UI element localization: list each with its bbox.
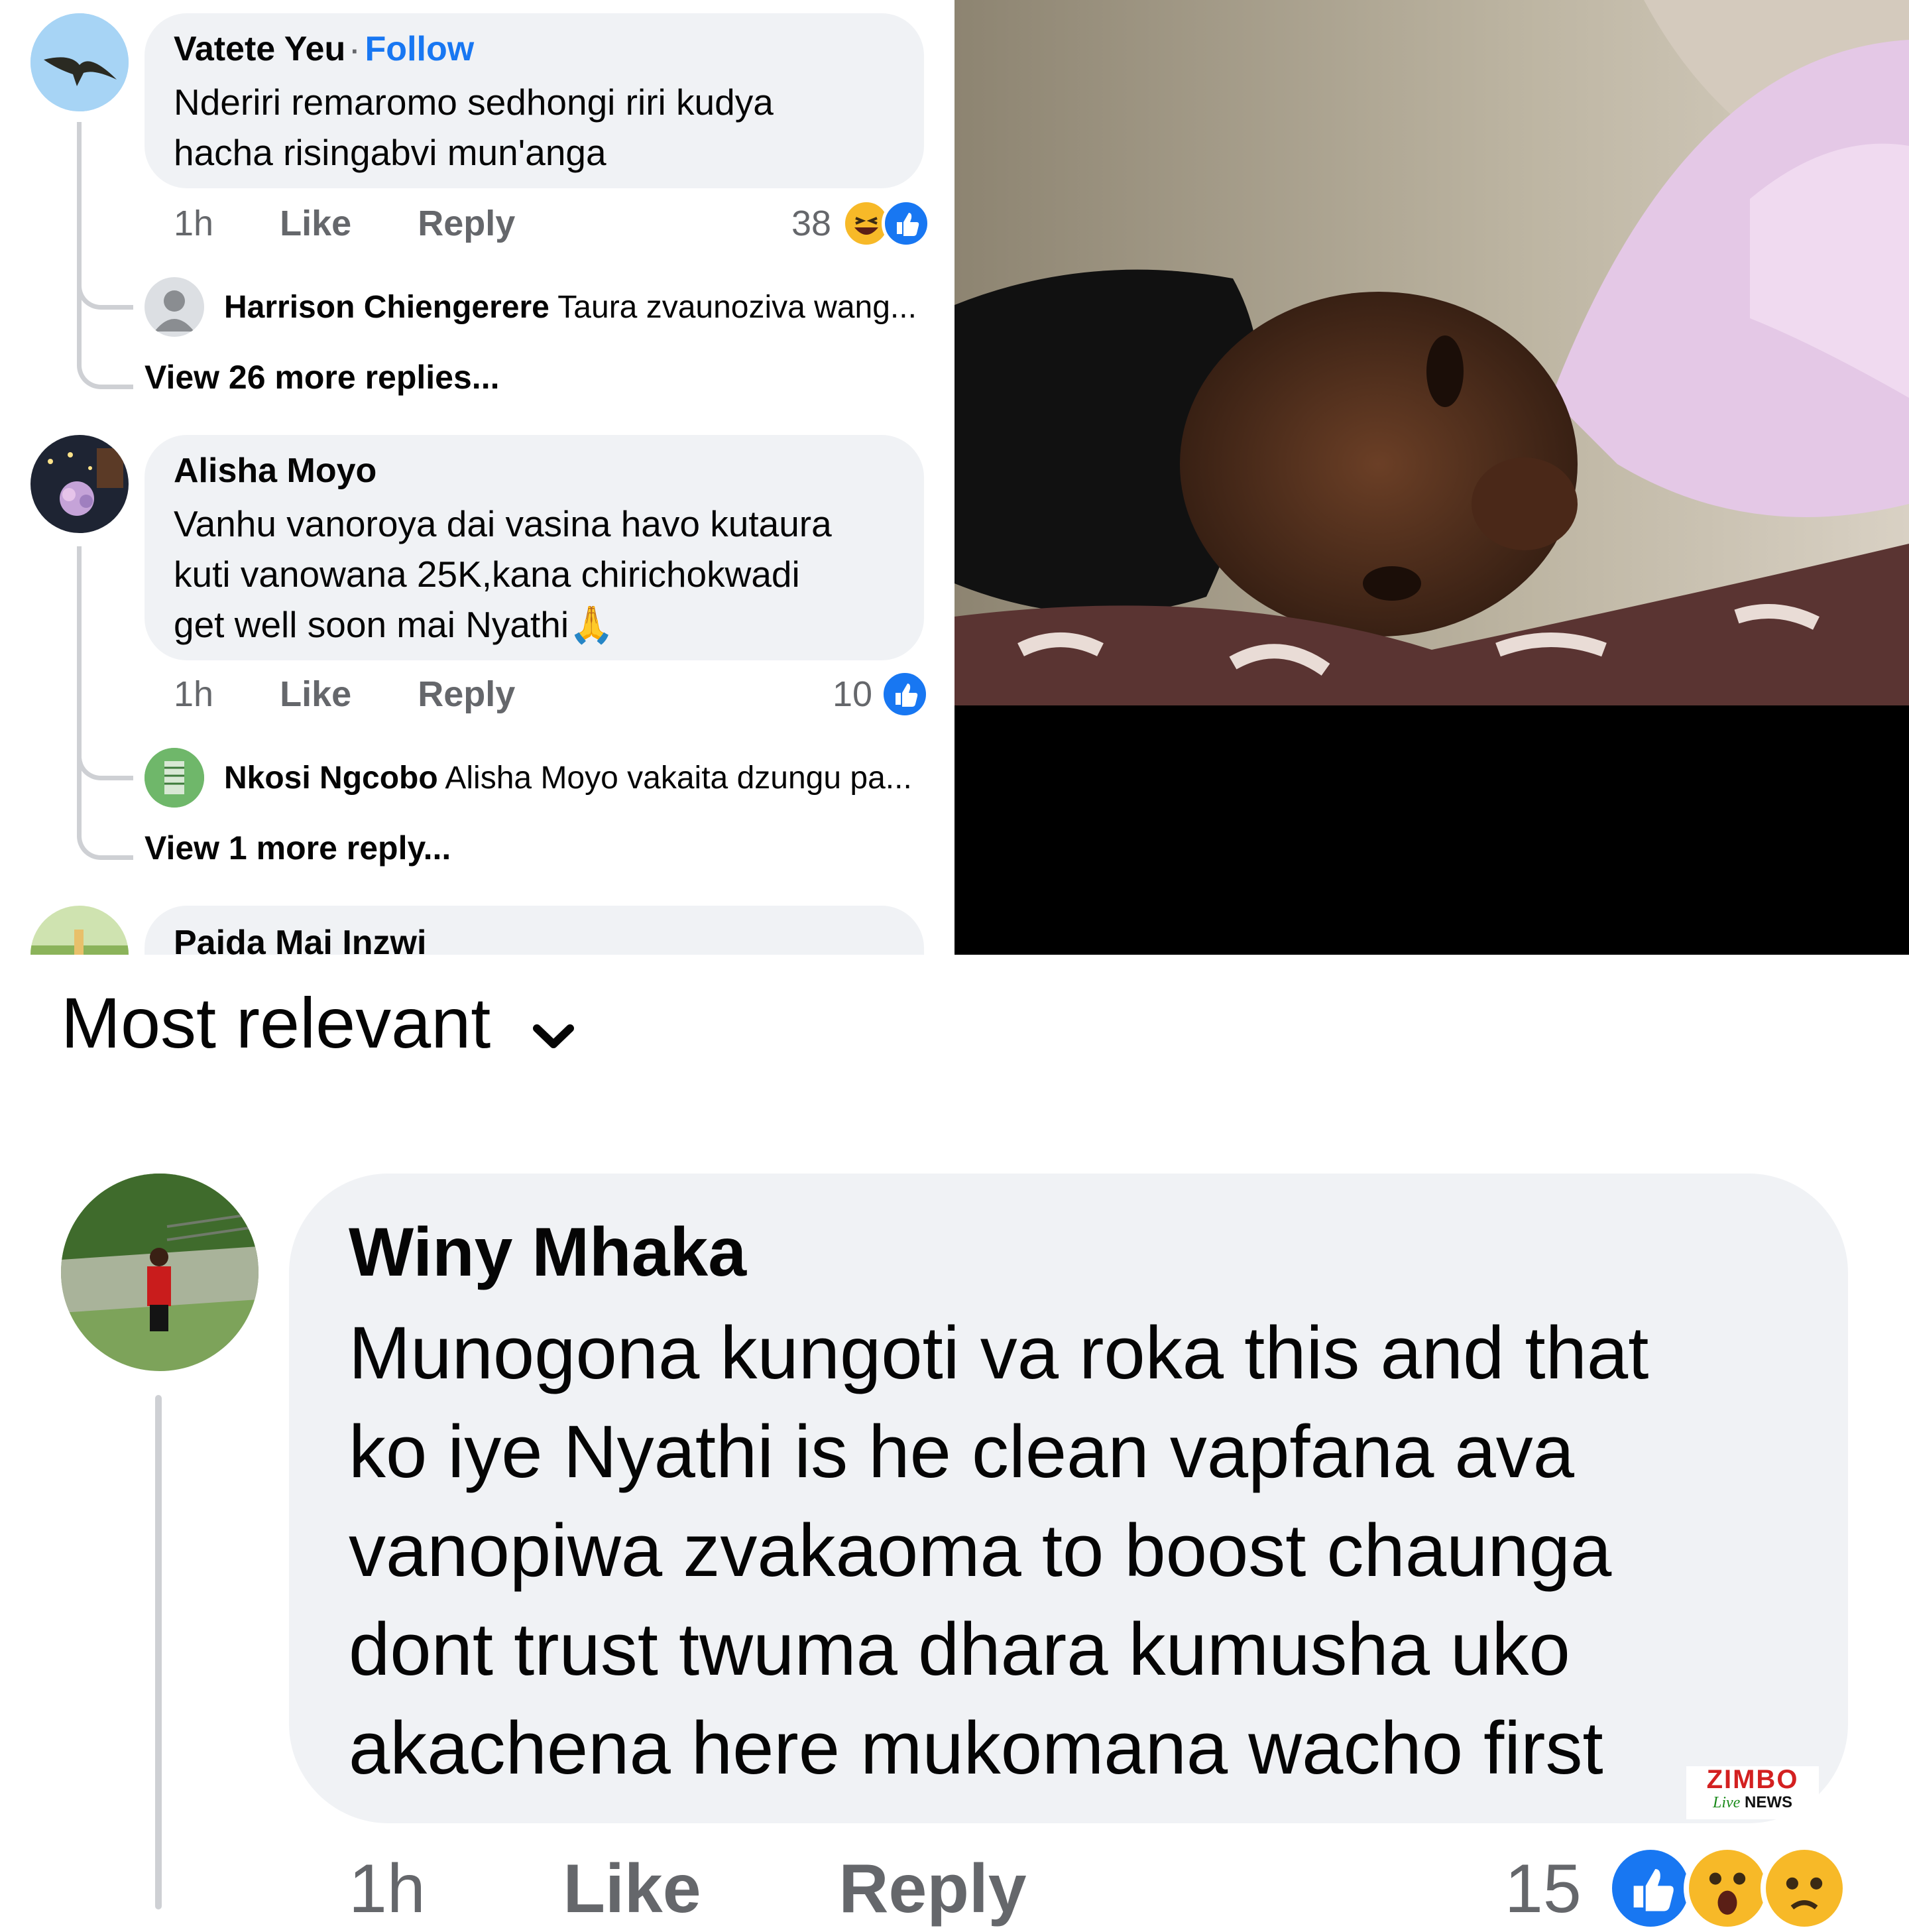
reply-text: Alisha Moyo vakaita dzungu pa...	[445, 760, 912, 796]
avatar-winy-mhaka[interactable]	[61, 1174, 259, 1371]
zimbo-live-news-logo: ZIMBO Live NEWS	[1686, 1766, 1819, 1819]
like-icon	[880, 670, 929, 719]
reply-author[interactable]: Harrison Chiengerere	[224, 290, 550, 325]
comment-text-line: Nderiri remaromo sedhongi riri kudya	[174, 82, 774, 123]
praying-hands-emoji: 🙏	[569, 604, 614, 645]
follow-button[interactable]: Follow	[365, 30, 475, 68]
comment-text-line: vanopiwa zvakaoma to boost chaunga	[349, 1509, 1612, 1592]
sort-dropdown[interactable]: Most relevant	[61, 981, 577, 1070]
reaction-count[interactable]: 15	[1505, 1850, 1582, 1929]
comment-text-line: akachena here mukomana wacho first	[349, 1707, 1603, 1789]
bird-avatar-image	[30, 13, 129, 111]
woman-lying-photo	[954, 0, 1909, 955]
view-more-replies[interactable]: View 1 more reply...	[145, 829, 451, 867]
reaction-count[interactable]: 10	[833, 674, 872, 715]
avatar-paida[interactable]	[30, 906, 129, 955]
comment-text: Nderiri remaromo sedhongi riri kudya hac…	[174, 77, 916, 178]
avatar-vatete-yeu[interactable]	[30, 13, 129, 111]
watermark-live: Live	[1713, 1794, 1741, 1811]
comment-text-line: Munogona kungoti va roka this and that	[349, 1311, 1649, 1394]
comment-text-line: Vanhu vanoroya dai vasina havo kutaura	[174, 503, 832, 544]
avatar-alisha-moyo[interactable]	[30, 435, 129, 533]
reply-button[interactable]: Reply	[418, 204, 515, 243]
comment-text-line: dont trust twuma dhara kumusha uko	[349, 1608, 1570, 1691]
comment-text-line: hacha risingabvi mun'anga	[174, 132, 607, 173]
comment-thread-panel: Vatete Yeu · Follow Nderiri remaromo sedho…	[0, 0, 954, 955]
like-button[interactable]: Like	[280, 204, 351, 243]
thread-connector	[77, 122, 133, 389]
reply-preview[interactable]: Harrison Chiengerere Taura zvaunoziva wa…	[224, 289, 917, 326]
like-button[interactable]: Like	[563, 1850, 701, 1927]
comment-text-line: get well soon mai Nyathi	[174, 604, 569, 645]
comment-author[interactable]: Alisha Moyo	[174, 451, 376, 491]
separator-dot: ·	[351, 37, 360, 66]
comment-text-line: ko iye Nyathi is he clean vapfana ava	[349, 1410, 1575, 1493]
comment-time[interactable]: 1h	[174, 204, 213, 243]
like-icon	[882, 199, 931, 248]
view-more-replies[interactable]: View 26 more replies...	[145, 358, 499, 396]
avatar-nkosi[interactable]	[145, 748, 204, 808]
watermark-brand: ZIMBO	[1706, 1765, 1799, 1794]
reply-preview[interactable]: Nkosi Ngcobo Alisha Moyo vakaita dzungu …	[224, 760, 912, 796]
comment-author[interactable]: Vatete Yeu	[174, 30, 345, 68]
reply-text: Taura zvaunoziva wang...	[557, 290, 917, 325]
reaction-count[interactable]: 38	[791, 203, 831, 244]
comment-text: Munogona kungoti va roka this and that k…	[349, 1303, 1833, 1797]
sort-label: Most relevant	[61, 983, 491, 1063]
comment-author[interactable]: Winy Mhaka	[349, 1213, 746, 1292]
comment-text-line: kuti vanowana 25K,kana chirichokwadi	[174, 554, 800, 595]
wow-icon	[1684, 1844, 1771, 1932]
comment-time[interactable]: 1h	[349, 1850, 426, 1927]
thread-connector	[155, 1395, 162, 1909]
comment-author[interactable]: Paida Mai Inzwi	[174, 923, 426, 955]
avatar-harrison[interactable]	[145, 277, 204, 337]
photo-panel	[954, 0, 1909, 955]
reply-button[interactable]: Reply	[418, 674, 515, 714]
thread-connector	[77, 546, 133, 860]
comment-text: Vanhu vanoroya dai vasina havo kutaura k…	[174, 499, 916, 650]
like-button[interactable]: Like	[280, 674, 351, 714]
reply-author[interactable]: Nkosi Ngcobo	[224, 760, 438, 796]
comment-time[interactable]: 1h	[174, 674, 213, 714]
like-icon	[1607, 1844, 1694, 1932]
watermark-news: NEWS	[1745, 1793, 1792, 1811]
sad-icon	[1761, 1844, 1848, 1932]
chevron-down-icon	[530, 987, 577, 1070]
reply-button[interactable]: Reply	[839, 1850, 1026, 1927]
